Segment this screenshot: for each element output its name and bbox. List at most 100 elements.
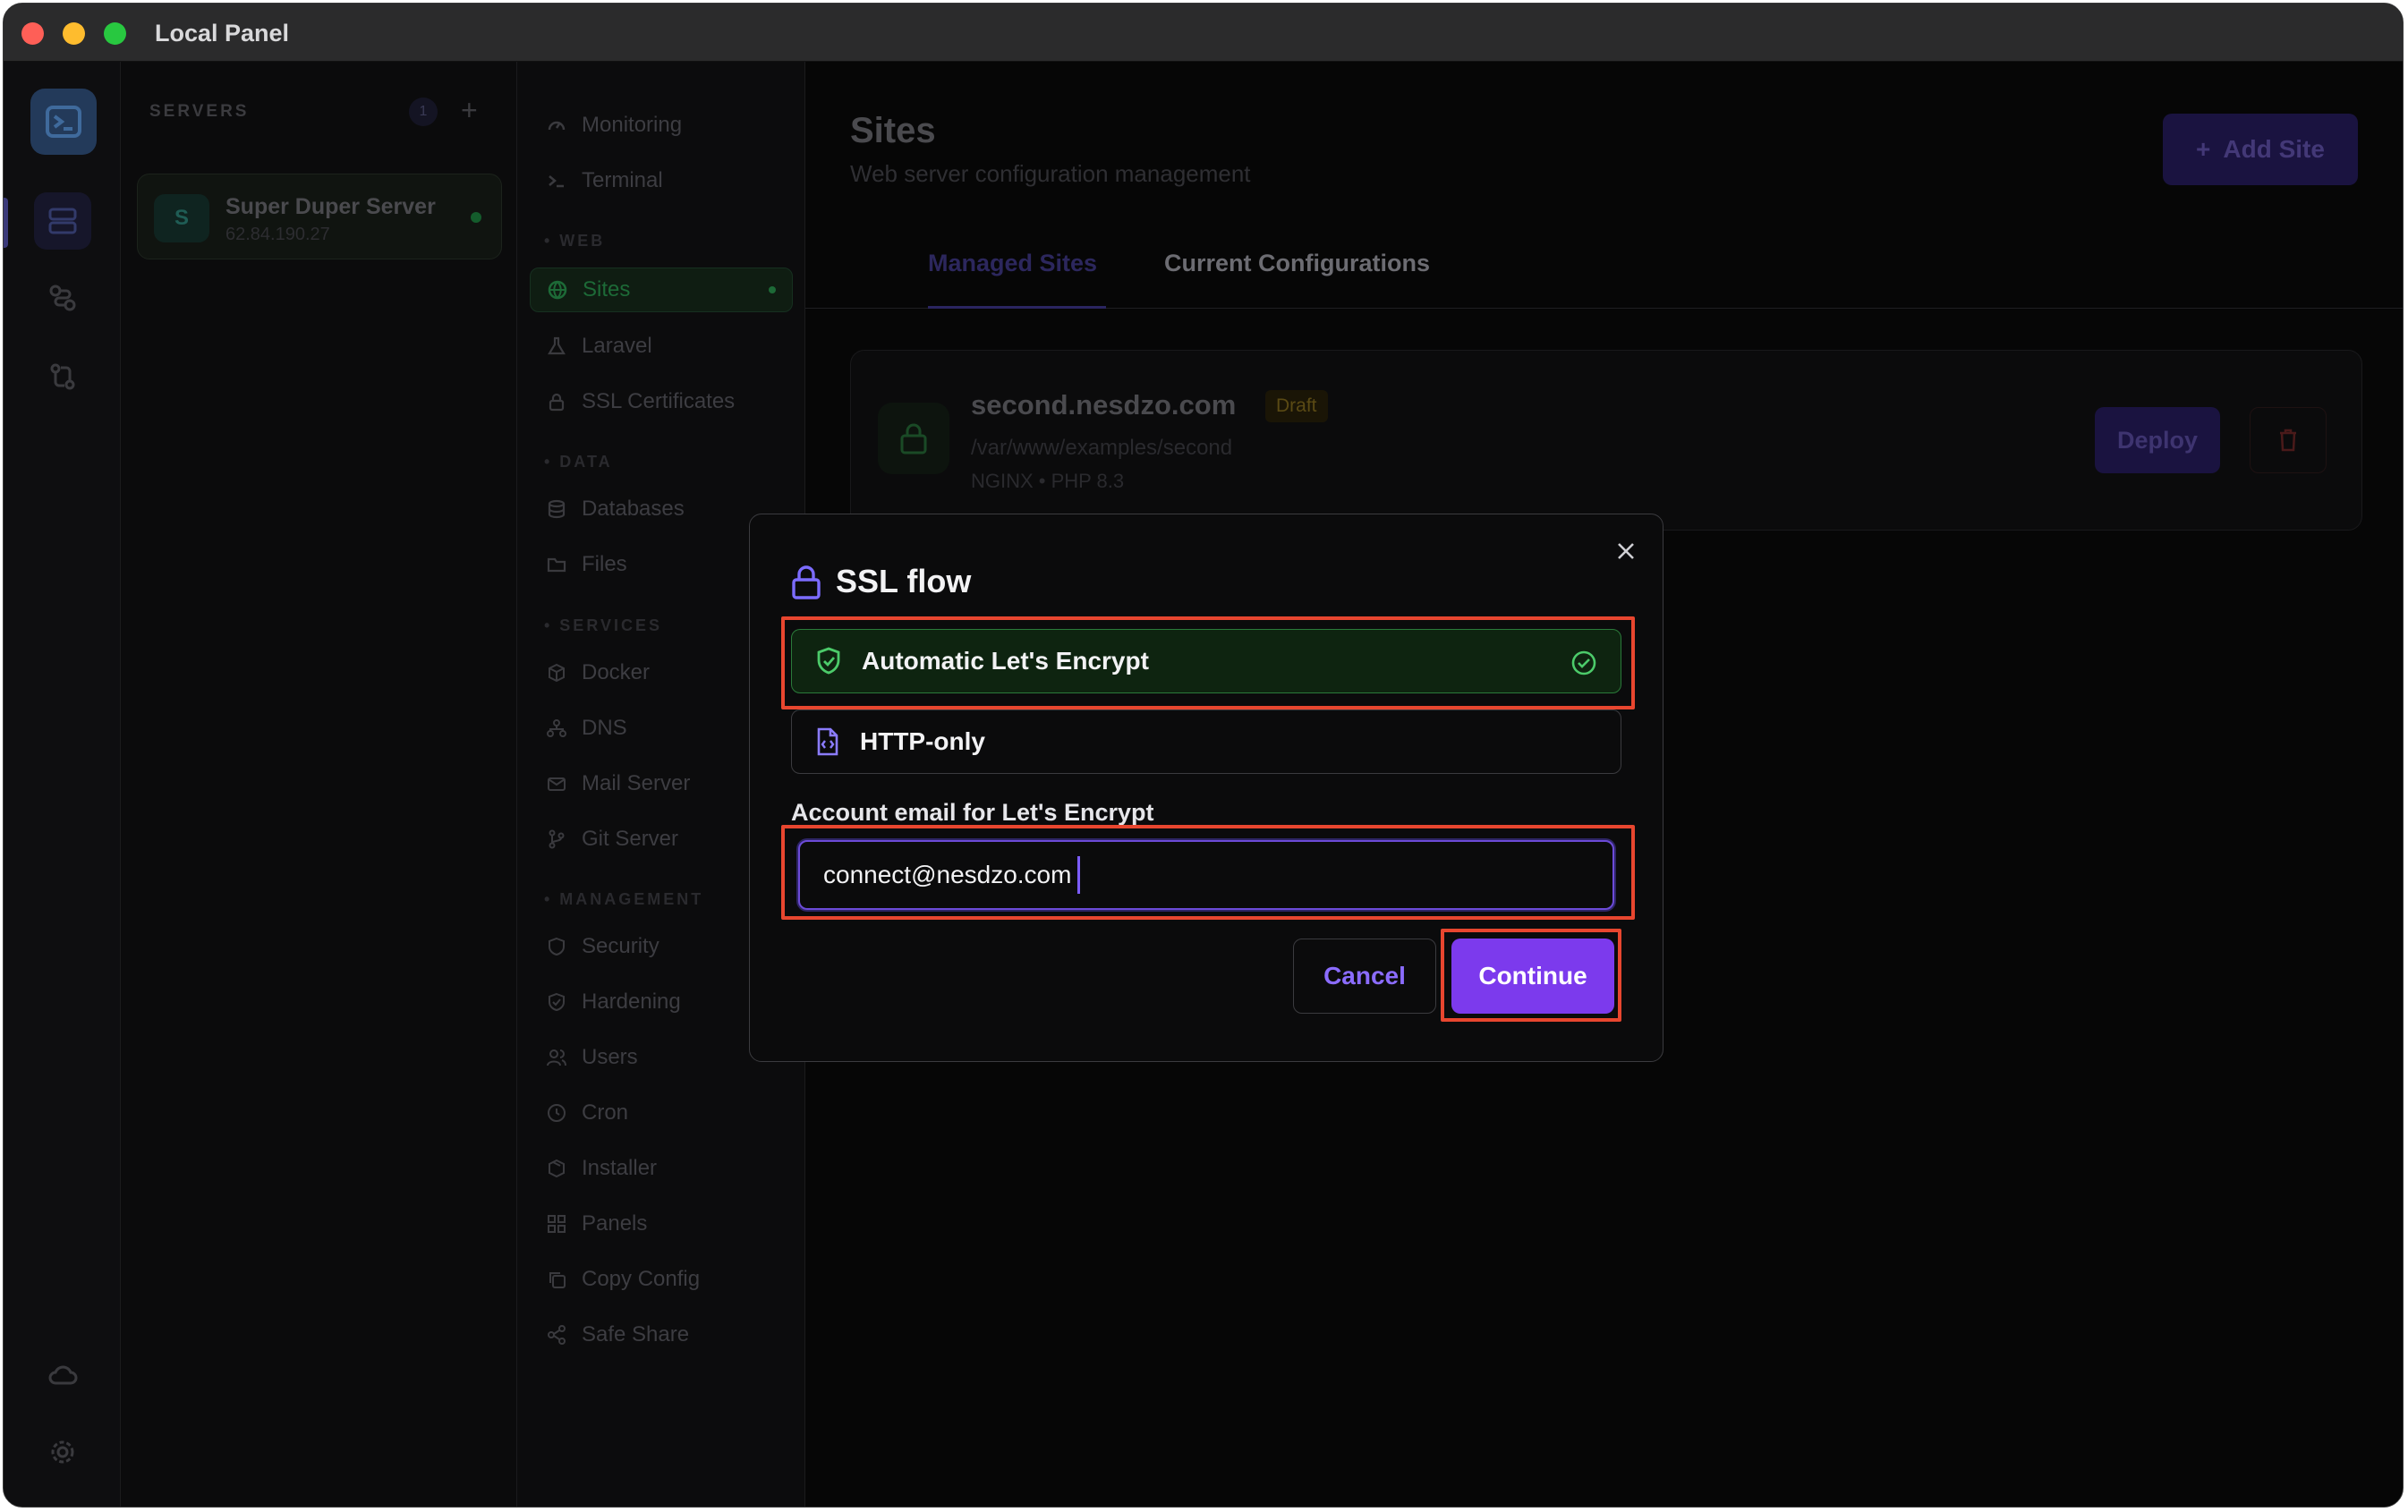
add-site-button[interactable]: + Add Site [2163,114,2358,185]
cancel-button[interactable]: Cancel [1293,939,1436,1014]
window-title: Local Panel [155,20,290,47]
servers-heading: SERVERS [149,102,250,121]
text-caret [1077,856,1080,894]
nav-section-services: • SERVICES [544,616,663,634]
rail-settings-button[interactable] [34,1423,91,1481]
title-bar: Local Panel [4,4,2403,62]
app-window: Local Panel SERVERS 1 + S Super Duper Se… [3,3,2404,1508]
nav-item-safe-share[interactable]: Safe Share [530,1312,793,1357]
trash-icon [2280,429,2296,452]
nav-item-laravel[interactable]: Laravel [530,324,793,369]
mail-icon [546,773,567,794]
option-label: Automatic Let's Encrypt [862,647,1149,675]
nav-item-label: Cron [582,1100,629,1125]
option-automatic-lets-encrypt[interactable]: Automatic Let's Encrypt [791,629,1621,693]
nav-item-panels[interactable]: Panels [530,1202,793,1246]
nav-item-installer[interactable]: Installer [530,1146,793,1191]
tab-bar: Managed Sites Current Configurations [805,241,2403,309]
add-site-label: Add Site [2223,135,2325,163]
nav-item-label: Mail Server [582,771,691,795]
nav-item-label: Copy Config [582,1267,701,1291]
tab-managed-sites[interactable]: Managed Sites [928,250,1097,277]
server-name: Super Duper Server [225,194,436,219]
site-lock-icon [878,403,949,474]
terminal-logo-icon [46,106,81,138]
servers-count-badge: 1 [409,98,438,126]
rail-cloud-button[interactable] [34,1346,91,1404]
nav-item-label: Safe Share [582,1322,690,1346]
nav-item-sites[interactable]: Sites [530,268,793,312]
gear-icon [51,1440,74,1464]
nav-item-label: Panels [582,1211,648,1236]
nav-item-terminal[interactable]: Terminal [530,158,793,203]
users-icon [546,1047,567,1068]
minimize-window-button[interactable] [63,22,85,45]
check-circle-icon [1571,650,1596,675]
rail-routes-button[interactable] [34,269,91,327]
option-http-only[interactable]: HTTP-only [791,709,1621,774]
nav-item-label: Git Server [582,827,679,851]
clock-icon [546,1102,567,1124]
box-icon [546,662,567,684]
icon-rail [4,62,121,1507]
server-status-dot [471,212,481,223]
package-icon [546,1158,567,1179]
nav-item-label: Terminal [582,168,663,192]
nav-item-label: Users [582,1045,638,1069]
nav-item-label: Files [582,552,627,576]
email-field[interactable] [798,840,1614,910]
nav-section-data: • DATA [544,453,613,471]
globe-icon [547,279,568,301]
nav-item-ssl-certificates[interactable]: SSL Certificates [530,379,793,424]
shield-check-icon [817,647,840,675]
copy-icon [546,1269,567,1290]
nav-item-label: DNS [582,716,627,740]
cloud-icon [48,1365,78,1385]
continue-button[interactable]: Continue [1451,939,1614,1014]
nav-item-monitoring[interactable]: Monitoring [530,103,793,148]
deploy-button[interactable]: Deploy [2095,407,2220,473]
nav-item-label: Hardening [582,990,681,1014]
nav-item-cron[interactable]: Cron [530,1091,793,1135]
share-icon [546,1324,567,1346]
server-avatar: S [154,194,209,242]
git-branch-icon [546,828,567,850]
nav-item-label: Databases [582,497,685,521]
server-stack-icon [48,208,77,234]
maximize-window-button[interactable] [104,22,126,45]
lock-icon [792,565,821,599]
shield-check-icon [546,991,567,1013]
delete-site-button[interactable] [2250,407,2327,473]
tab-current-configurations[interactable]: Current Configurations [1164,250,1430,277]
lock-icon [546,391,567,412]
plus-icon: + [2196,135,2211,163]
rail-servers-button[interactable] [34,192,91,250]
close-dialog-button[interactable] [1612,538,1639,565]
option-label: HTTP-only [860,727,985,755]
nav-section-management: • MANAGEMENT [544,890,704,908]
page-subtitle: Web server configuration management [850,160,1251,187]
site-domain: second.nesdzo.com [971,389,1237,420]
nav-item-label: Security [582,934,659,958]
server-card[interactable]: S Super Duper Server 62.84.190.27 [137,174,502,259]
add-server-button[interactable]: + [461,94,478,127]
app-logo [30,89,97,155]
shield-icon [546,936,567,957]
git-compare-icon [50,363,75,390]
page-title: Sites [850,111,936,150]
site-stack: NGINX • PHP 8.3 [971,470,1125,492]
close-icon [1618,543,1634,559]
nav-item-label: Monitoring [582,113,683,137]
route-icon [49,285,76,311]
nav-item-copy-config[interactable]: Copy Config [530,1257,793,1302]
servers-panel: SERVERS 1 + S Super Duper Server 62.84.1… [121,62,517,1507]
rail-compare-button[interactable] [34,348,91,405]
active-dot [769,286,776,293]
nav-item-label: Laravel [582,334,652,358]
grid-icon [546,1213,567,1235]
flask-icon [546,336,567,357]
ssl-flow-dialog: SSL flow Automatic Let's Encrypt HTTP-on… [749,514,1663,1062]
nav-item-label: Docker [582,660,651,684]
close-window-button[interactable] [21,22,44,45]
nav-item-label: Sites [583,277,631,302]
